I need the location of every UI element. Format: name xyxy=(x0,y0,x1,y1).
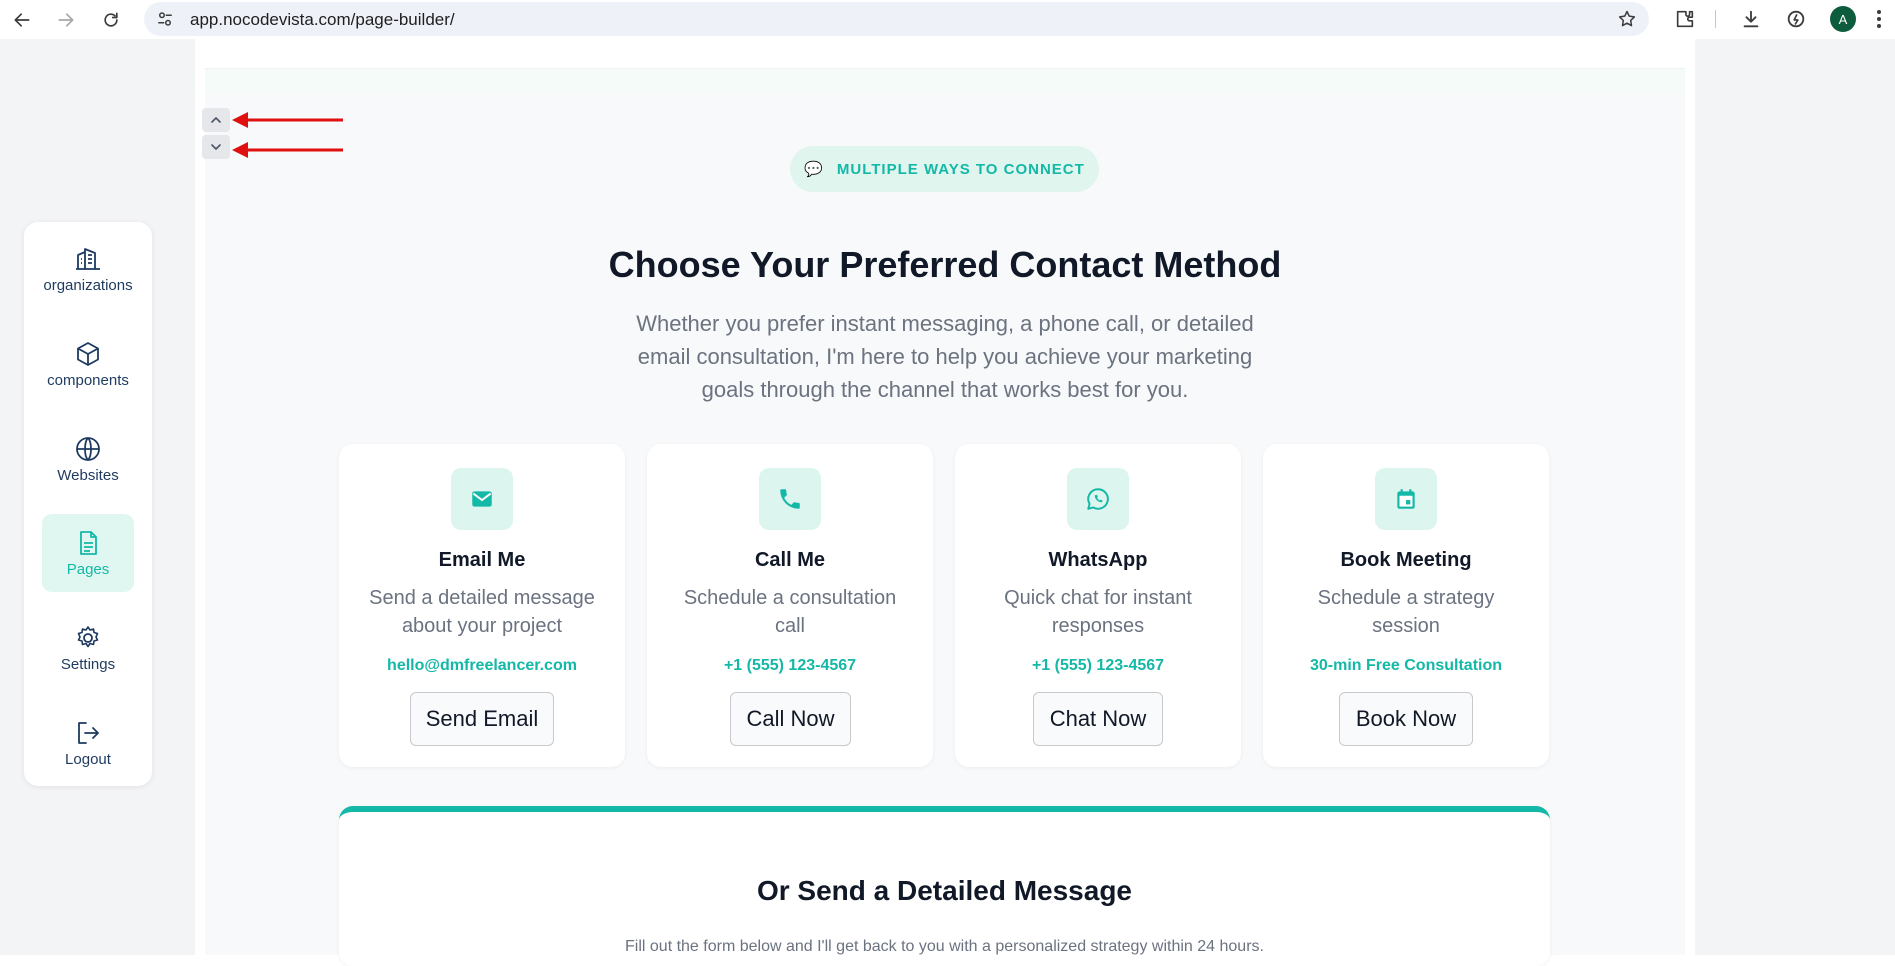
move-section-up-button[interactable] xyxy=(202,108,230,132)
calendar-icon xyxy=(1397,489,1415,509)
call-now-button[interactable]: Call Now xyxy=(730,692,851,746)
reload-icon xyxy=(104,12,118,27)
sidebar-item-components[interactable]: components xyxy=(42,325,134,403)
sidebar-item-label: Settings xyxy=(60,655,116,673)
mail-icon xyxy=(472,491,492,507)
whatsapp-icon xyxy=(1087,488,1109,510)
sidebar-item-label: Pages xyxy=(66,560,110,578)
card-contact-info[interactable]: +1 (555) 123-4567 xyxy=(955,657,1241,675)
address-bar[interactable]: app.nocodevista.com/page-builder/ xyxy=(144,2,1649,36)
site-settings-icon[interactable] xyxy=(156,10,174,28)
browser-toolbar: app.nocodevista.com/page-builder/ A xyxy=(0,0,1895,39)
performance-icon[interactable] xyxy=(1785,8,1807,30)
download-icon[interactable] xyxy=(1740,8,1762,30)
card-contact-info[interactable]: hello@dmfreelancer.com xyxy=(339,657,625,675)
sidebar-item-websites[interactable]: Websites xyxy=(42,420,134,498)
profile-avatar[interactable]: A xyxy=(1830,6,1856,32)
url-text: app.nocodevista.com/page-builder/ xyxy=(190,10,455,29)
annotation-arrow-up xyxy=(232,112,343,128)
bookmark-star-icon[interactable] xyxy=(1617,9,1637,29)
annotation-arrow-down xyxy=(232,142,343,158)
back-button[interactable] xyxy=(8,6,36,34)
section-divider-strip xyxy=(205,69,1685,93)
previous-section xyxy=(205,39,1685,69)
card-title: Book Meeting xyxy=(1340,549,1472,571)
cube-icon xyxy=(77,341,99,366)
logout-icon xyxy=(78,721,99,744)
sidebar-item-label: Logout xyxy=(65,750,111,768)
sidebar-item-label: Websites xyxy=(57,466,119,484)
file-icon xyxy=(80,530,97,555)
sidebar-item-label: components xyxy=(47,371,129,389)
card-title: Call Me xyxy=(754,549,826,571)
forward-button[interactable] xyxy=(52,6,80,34)
card-icon-container xyxy=(1067,468,1129,530)
app-sidebar: organizations components Websites Pages … xyxy=(24,222,152,786)
send-email-button[interactable]: Send Email xyxy=(410,692,554,746)
section-badge: 💬 MULTIPLE WAYS TO CONNECT xyxy=(790,146,1099,192)
browser-menu-icon[interactable] xyxy=(1874,8,1884,30)
phone-icon xyxy=(780,489,800,509)
forward-arrow-icon xyxy=(58,13,74,27)
toolbar-divider xyxy=(1715,10,1716,28)
form-title: Or Send a Detailed Message xyxy=(756,875,1133,906)
section-title: Choose Your Preferred Contact Method xyxy=(608,244,1282,285)
contact-card-whatsapp: WhatsApp Quick chat for instant response… xyxy=(955,444,1241,767)
card-icon-container xyxy=(759,468,821,530)
building-icon xyxy=(76,247,100,270)
book-now-button[interactable]: Book Now xyxy=(1339,692,1473,746)
card-description: Schedule a strategy session xyxy=(1317,587,1495,637)
sidebar-item-settings[interactable]: Settings xyxy=(42,609,134,687)
card-description: Schedule a consultation call xyxy=(683,587,897,637)
section-subtitle: Whether you prefer instant messaging, a … xyxy=(636,311,1254,402)
detailed-message-form: Or Send a Detailed Message Fill out the … xyxy=(339,806,1550,966)
card-title: Email Me xyxy=(438,549,526,571)
sidebar-item-logout[interactable]: Logout xyxy=(42,704,134,782)
badge-label: MULTIPLE WAYS TO CONNECT xyxy=(836,160,1085,178)
card-title: WhatsApp xyxy=(1048,549,1148,571)
back-arrow-icon xyxy=(14,13,30,27)
sidebar-item-pages[interactable]: Pages xyxy=(42,514,134,592)
sidebar-item-organizations[interactable]: organizations xyxy=(42,230,134,308)
move-section-down-button[interactable] xyxy=(202,135,230,159)
card-description: Quick chat for instant responses xyxy=(1004,587,1192,637)
contact-card-meeting: Book Meeting Schedule a strategy session… xyxy=(1263,444,1549,767)
card-contact-info[interactable]: 30-min Free Consultation xyxy=(1263,657,1549,675)
contact-card-call: Call Me Schedule a consultation call +1 … xyxy=(647,444,933,767)
sidebar-item-label: organizations xyxy=(43,276,133,294)
extensions-icon[interactable] xyxy=(1674,8,1696,30)
form-subtitle: Fill out the form below and I'll get bac… xyxy=(625,938,1264,955)
contact-card-email: Email Me Send a detailed message about y… xyxy=(339,444,625,767)
gear-icon xyxy=(77,625,99,647)
card-contact-info[interactable]: +1 (555) 123-4567 xyxy=(647,657,933,675)
speech-bubble-icon: 💬 xyxy=(804,161,823,178)
card-icon-container xyxy=(451,468,513,530)
reload-button[interactable] xyxy=(97,6,125,34)
chat-now-button[interactable]: Chat Now xyxy=(1033,692,1163,746)
chevron-up-icon xyxy=(211,117,221,123)
card-icon-container xyxy=(1375,468,1437,530)
chevron-down-icon xyxy=(211,144,221,150)
card-description: Send a detailed message about your proje… xyxy=(369,587,595,637)
globe-icon xyxy=(76,436,100,461)
